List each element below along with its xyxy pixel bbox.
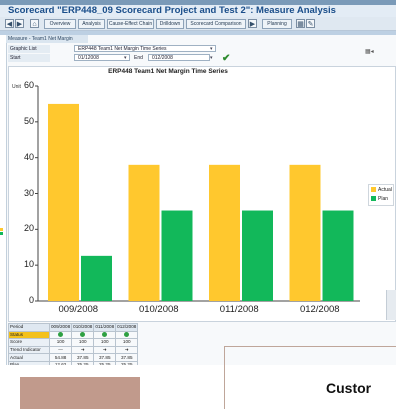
y-tick-label: 20 [23, 223, 34, 234]
table-cell: — [48, 345, 73, 355]
table-header-cell: 009/2008 [48, 323, 73, 332]
table-cell: ➜ [93, 345, 117, 355]
legend-item-actual: Actual [371, 186, 392, 194]
table-header-cell: 011/2008 [93, 323, 117, 332]
legend-swatch-actual [371, 187, 376, 193]
table-cell: 100 [93, 338, 117, 347]
bar-plan-0[interactable] [81, 255, 112, 301]
legend-label-actual: Actual [378, 187, 392, 193]
kpi-table: Period 009/2008 010/2008 011/2008 012/20… [8, 323, 139, 370]
table-row: Score 100 100 100 100 [8, 338, 139, 347]
side-marker-icon [0, 228, 3, 235]
slide-divider [224, 346, 225, 409]
table-cell: 100 [115, 338, 139, 347]
table-cell: ➜ [71, 345, 95, 355]
bar-actual-1[interactable] [128, 164, 160, 301]
y-tick-label: 40 [23, 151, 34, 162]
bar-actual-3[interactable] [289, 164, 321, 301]
table-cell [71, 330, 95, 340]
trend-arrow-icon: ➜ [80, 347, 85, 353]
row-label: Status [8, 330, 50, 340]
table-cell: 37.85 [115, 353, 139, 362]
bar-plan-1[interactable] [161, 210, 193, 301]
legend-item-plan: Plan [371, 195, 388, 203]
status-icon [80, 332, 86, 338]
table-cell: 37.85 [93, 353, 117, 362]
y-tick-label: 0 [28, 295, 34, 305]
table-cell [115, 330, 139, 340]
trend-flat-icon: — [58, 347, 63, 353]
bar-plan-3[interactable] [322, 210, 354, 301]
legend-swatch-plan [371, 196, 376, 202]
bar-actual-0[interactable] [48, 103, 79, 302]
table-cell: 100 [48, 338, 73, 347]
y-tick-label: 10 [23, 259, 34, 270]
slide-caption: Custor [326, 380, 372, 396]
table-cell [93, 330, 117, 340]
x-tick-label: 009/2008 [58, 304, 99, 315]
status-icon [102, 332, 108, 338]
status-icon [58, 332, 64, 338]
table-header-cell: 010/2008 [71, 323, 95, 332]
table-row: Actual 54.88 37.85 37.85 37.85 [8, 353, 139, 362]
legend-label-plan: Plan [378, 196, 389, 202]
table-header-cell: Period [8, 323, 50, 332]
row-label: Actual [8, 353, 50, 362]
table-header-cell: 012/2008 [115, 323, 139, 332]
trend-arrow-icon: ➜ [124, 347, 129, 353]
slide-divider [224, 346, 396, 347]
status-icon [124, 332, 130, 338]
y-tick-label: 60 [23, 80, 34, 90]
table-header-row: Period 009/2008 010/2008 011/2008 012/20… [8, 323, 139, 332]
table-cell: 54.88 [48, 353, 73, 362]
row-label: Trend Indicator [8, 345, 50, 355]
bar-plan-2[interactable] [242, 210, 273, 301]
row-label: Score [8, 338, 50, 347]
table-cell: 37.85 [71, 353, 95, 362]
y-tick-label: 50 [23, 115, 34, 126]
x-tick-label: 010/2008 [138, 304, 179, 315]
bar-actual-2[interactable] [209, 164, 240, 301]
x-tick-label: 011/2008 [219, 304, 259, 315]
trend-arrow-icon: ➜ [102, 347, 107, 353]
x-tick-label: 012/2008 [299, 304, 340, 315]
table-cell: 100 [71, 338, 95, 347]
chart-legend: Actual Plan [368, 184, 394, 206]
table-row: Status [8, 330, 139, 340]
table-row: Trend Indicator — ➜ ➜ ➜ [8, 345, 139, 355]
table-cell: ➜ [115, 345, 139, 355]
scrollbar[interactable] [386, 290, 396, 320]
y-tick-label: 30 [23, 187, 34, 198]
table-cell [48, 330, 73, 340]
slide-decoration-block [20, 377, 140, 409]
